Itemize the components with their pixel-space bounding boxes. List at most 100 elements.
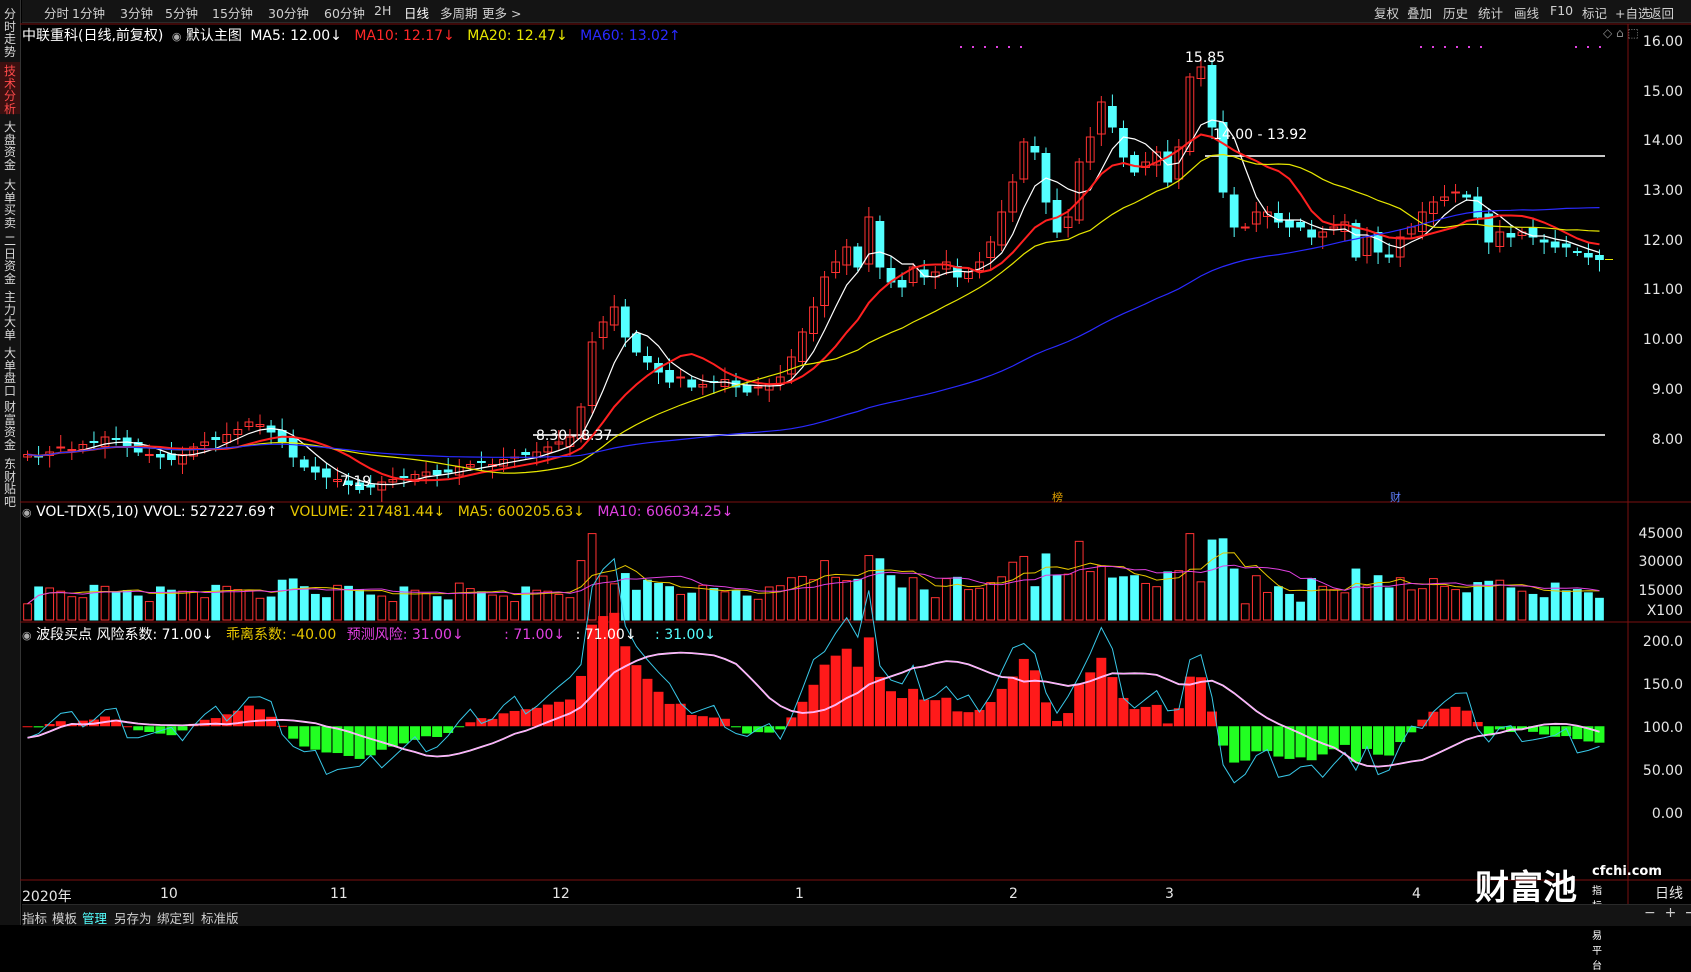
- volume-bar: [1262, 591, 1272, 621]
- indicator-bar: [1306, 726, 1317, 761]
- indicator-bar: [642, 678, 653, 727]
- indicator-bar: [908, 688, 919, 727]
- volume-bar: [1229, 568, 1239, 621]
- stock-title: 中联重科(日线,前复权): [22, 28, 164, 44]
- settings-icon[interactable]: ◉: [22, 629, 32, 642]
- volume-bar: [144, 601, 154, 621]
- date-tick: 1: [795, 886, 804, 902]
- indicator-bar: [1450, 706, 1461, 727]
- volume-bar: [510, 601, 519, 621]
- axis-tick: 12.00: [1642, 233, 1683, 249]
- volume-bar: [56, 590, 66, 621]
- indicator-bar: [210, 718, 221, 727]
- indicator-bar: [1251, 726, 1262, 752]
- volume-bar: [1329, 589, 1339, 621]
- chart-window-icons[interactable]: ◇ ⌂ ⬚: [1603, 26, 1639, 40]
- indicator-bar: [288, 726, 299, 739]
- candle-body: [432, 470, 442, 475]
- ma20-label: MA20: 12.47↓: [467, 28, 568, 44]
- candle-body: [155, 454, 165, 458]
- ind-risk: 预测风险: 31.00↓: [346, 627, 464, 643]
- bottom-tool-3[interactable]: 另存为: [114, 908, 152, 927]
- indicator-bar: [742, 726, 753, 734]
- volume-bar: [255, 597, 265, 621]
- volume-bar: [1141, 582, 1150, 621]
- indicator-bar: [1195, 677, 1206, 727]
- volume-bar: [34, 586, 43, 621]
- ind-v2: : 71.00↓: [575, 627, 637, 643]
- volume-bar: [1572, 589, 1582, 621]
- volume-bar: [67, 596, 77, 621]
- indicator-bar: [697, 716, 708, 727]
- indicator-bar: [1107, 677, 1118, 727]
- volume-bar: [1152, 586, 1162, 621]
- bottom-toolbar: 指标 模板 管理 另存为 绑定到 标准版: [22, 904, 1691, 926]
- candle-body: [676, 376, 686, 379]
- signal-dot: [972, 46, 974, 48]
- candle-body: [1274, 213, 1283, 223]
- cai-marker[interactable]: 财: [1390, 489, 1401, 505]
- bottom-tool-2[interactable]: 管理: [82, 908, 107, 927]
- signal-dot: [1575, 46, 1577, 48]
- candle-body: [742, 385, 752, 393]
- axis-tick: 10.00: [1642, 332, 1683, 348]
- candle-body: [1550, 241, 1560, 248]
- axis-tick: 13.00: [1642, 183, 1683, 199]
- volume-bar: [432, 596, 442, 621]
- indicator-bar: [1173, 708, 1184, 727]
- volume-bar: [1584, 592, 1593, 621]
- volume-bar: [897, 587, 907, 621]
- settings-icon[interactable]: ◉: [22, 506, 32, 519]
- candle-body: [1384, 254, 1394, 258]
- volume-bar: [1096, 565, 1106, 621]
- candle-body: [56, 446, 66, 449]
- signal-dot: [1456, 46, 1458, 48]
- volume-bar: [676, 593, 686, 621]
- risk-line: [27, 557, 1600, 784]
- indicator-bar: [277, 725, 288, 727]
- indicator-bar: [1384, 726, 1395, 756]
- indicator-bar: [863, 637, 874, 727]
- volume-bar: [1384, 587, 1394, 621]
- volume-bar: [322, 597, 331, 621]
- candle-body: [1506, 233, 1516, 238]
- candle-body: [1462, 194, 1472, 198]
- axis-tick: 45000: [1638, 526, 1683, 542]
- volume-bar: [953, 576, 962, 621]
- indicator-bar: [1162, 723, 1173, 727]
- indicator-bar: [443, 726, 454, 733]
- volume-bar: [200, 597, 210, 621]
- candle-body: [1207, 65, 1217, 128]
- candle-body: [1539, 239, 1549, 243]
- candle-body: [753, 386, 763, 389]
- ma5-label: MA5: 12.00↓: [250, 28, 342, 44]
- bottom-tool-4[interactable]: 绑定到: [157, 908, 195, 927]
- candle-body: [310, 466, 320, 473]
- volume-bar: [930, 597, 940, 621]
- indicator-bar: [376, 726, 387, 750]
- volume-ma5-line: [27, 552, 1600, 605]
- volume-bar: [244, 590, 254, 621]
- volume-bar: [1196, 581, 1206, 621]
- indicator-bar: [365, 726, 376, 756]
- volume-bar: [1008, 561, 1018, 621]
- indicator-bar: [1339, 726, 1350, 745]
- bottom-tool-5[interactable]: 标准版: [201, 908, 239, 927]
- bottom-tool-1[interactable]: 模板: [52, 908, 77, 927]
- settings-icon[interactable]: ◉: [172, 30, 182, 43]
- indicator-bar: [1040, 702, 1051, 727]
- indicator-bar: [819, 664, 830, 727]
- indicator-bar: [1140, 706, 1151, 727]
- candle-body: [620, 306, 630, 338]
- kline-chart[interactable]: [0, 0, 1691, 904]
- volume-bar: [1074, 540, 1084, 621]
- indicator-bar: [731, 726, 741, 728]
- indicator-bar: [830, 655, 841, 727]
- bottom-tool-0[interactable]: 指标: [22, 908, 47, 927]
- indicator-bar: [509, 710, 520, 727]
- zoom-controls[interactable]: − + →: [1644, 905, 1691, 921]
- candle-body: [1595, 255, 1604, 260]
- bang-marker[interactable]: 榜: [1052, 489, 1063, 505]
- indicator-bar: [498, 713, 509, 727]
- indicator-bar: [144, 726, 155, 732]
